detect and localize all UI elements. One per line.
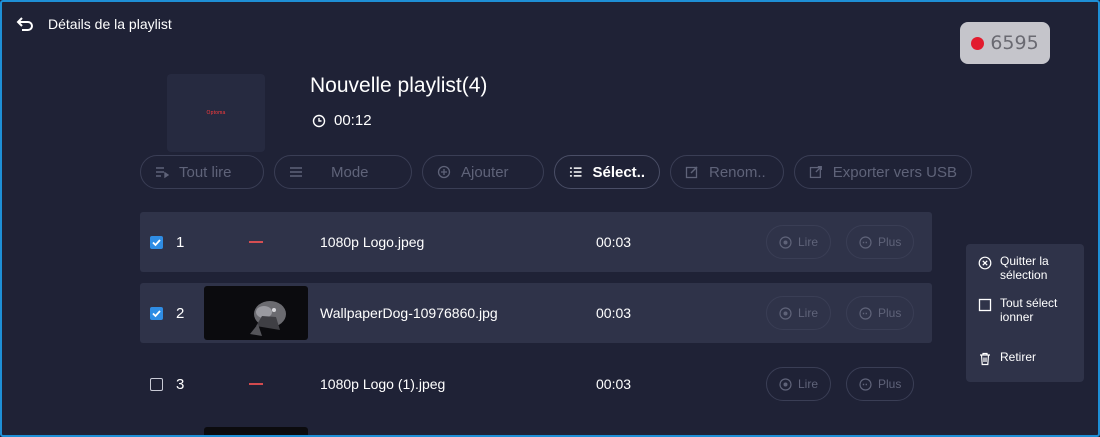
play-circle-icon — [779, 377, 792, 391]
page-title: Détails de la playlist — [48, 16, 172, 32]
checkbox-icon — [978, 298, 992, 312]
play-all-button[interactable]: Tout lire — [140, 155, 264, 189]
more-icon — [859, 235, 872, 249]
export-icon — [809, 165, 822, 179]
add-button[interactable]: Ajouter — [422, 155, 544, 189]
play-button[interactable]: Lire — [766, 225, 832, 259]
back-arrow-icon[interactable] — [16, 16, 34, 32]
row-index: 2 — [176, 304, 185, 322]
mode-icon — [290, 167, 302, 177]
table-row[interactable]: 3 1080p Logo (1).jpeg 00:03 Lire Plus — [140, 354, 932, 414]
clock-icon — [312, 114, 326, 127]
playlist-duration: 00:12 — [312, 112, 372, 129]
play-circle-icon — [779, 306, 792, 320]
playlist-title: Nouvelle playlist(4) — [310, 74, 488, 97]
row-index: 1 — [176, 233, 185, 251]
playlist-thumbnail: Optoma — [167, 74, 265, 152]
duration-value: 00:12 — [334, 112, 372, 129]
more-button[interactable]: Plus — [846, 296, 915, 330]
close-circle-icon — [978, 256, 992, 270]
play-all-icon — [156, 167, 169, 179]
more-button[interactable]: Plus — [846, 225, 915, 259]
row-thumbnail — [204, 286, 308, 340]
select-button[interactable]: Sélect.. — [554, 155, 660, 189]
checkbox-checked[interactable] — [150, 306, 163, 320]
file-name: 1080p Logo.jpeg — [320, 234, 425, 250]
rename-icon — [685, 166, 698, 179]
selection-menu: Quitter la sélection Tout sélect ionner Re… — [966, 244, 1084, 382]
table-row[interactable]: 1 1080p Logo.jpeg 00:03 Lire Plus — [140, 212, 932, 272]
quit-selection-item[interactable]: Quitter la sélection — [978, 254, 1072, 282]
table-row[interactable]: 2 WallpaperDog-10976860.jpg 00:03 Lire P… — [140, 283, 932, 343]
rename-button[interactable]: Renom.. — [670, 155, 784, 189]
row-thumbnail — [204, 357, 308, 411]
select-all-item[interactable]: Tout sélect ionner — [978, 296, 1072, 324]
mode-button[interactable]: Mode — [274, 155, 412, 189]
row-thumbnail-partial — [204, 427, 308, 435]
file-duration: 00:03 — [596, 376, 632, 392]
toolbar: Tout lire Mode Ajouter Sélect.. Renom.. … — [140, 155, 972, 189]
play-button[interactable]: Lire — [766, 367, 832, 401]
checkbox-unchecked[interactable] — [150, 377, 163, 391]
row-thumbnail — [204, 215, 308, 269]
select-list-icon — [569, 167, 582, 177]
app-window: Détails de la playlist 6595 Optoma Nouve… — [0, 0, 1100, 437]
file-duration: 00:03 — [596, 234, 632, 250]
recording-badge: 6595 — [960, 22, 1050, 64]
row-index: 3 — [176, 375, 185, 393]
remove-item[interactable]: Retirer — [978, 350, 1072, 366]
play-circle-icon — [779, 235, 792, 249]
record-dot-icon — [971, 36, 985, 50]
more-icon — [859, 306, 872, 320]
more-icon — [859, 377, 872, 391]
trash-icon — [980, 352, 990, 366]
checkbox-checked[interactable] — [150, 235, 163, 249]
file-duration: 00:03 — [596, 305, 632, 321]
recording-count: 6595 — [990, 32, 1039, 54]
playlist-logo: Optoma — [206, 110, 226, 116]
export-usb-button[interactable]: Exporter vers USB — [794, 155, 972, 189]
play-button[interactable]: Lire — [766, 296, 832, 330]
header: Détails de la playlist — [16, 16, 172, 32]
file-name: WallpaperDog-10976860.jpg — [320, 305, 498, 321]
more-button[interactable]: Plus — [846, 367, 915, 401]
dog-image — [250, 301, 286, 336]
file-name: 1080p Logo (1).jpeg — [320, 376, 446, 392]
add-icon — [437, 165, 451, 179]
